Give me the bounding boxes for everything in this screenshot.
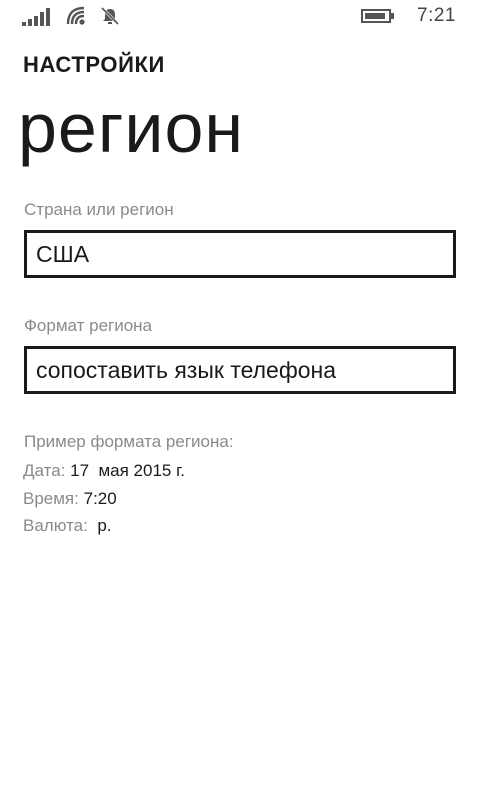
country-select-value: США xyxy=(36,240,90,267)
example-time-value: 7:20 xyxy=(83,489,117,508)
status-icons-right: 7:21 xyxy=(361,5,456,27)
example-currency-value: р. xyxy=(97,516,112,535)
country-label: Страна или регион xyxy=(24,200,174,219)
status-bar: 7:21 xyxy=(0,0,480,34)
app-title: НАСТРОЙКИ xyxy=(23,52,165,77)
example-date-row: Дата: 17 мая 2015 г. xyxy=(23,461,185,481)
region-format-select-value: сопоставить язык телефона xyxy=(36,356,337,383)
example-currency-row: Валюта: р. xyxy=(23,516,112,536)
status-icons-left xyxy=(22,6,120,26)
example-time-label: Время: xyxy=(23,489,79,508)
example-heading: Пример формата региона: xyxy=(24,432,234,451)
region-format-select[interactable]: сопоставить язык телефона xyxy=(24,346,456,394)
wifi-icon xyxy=(66,6,88,26)
example-date-label: Дата: xyxy=(23,461,66,480)
example-currency-label: Валюта: xyxy=(23,516,88,535)
page-title: регион xyxy=(18,89,245,167)
example-time-row: Время: 7:20 xyxy=(23,489,117,509)
country-select[interactable]: США xyxy=(24,230,456,278)
status-time: 7:21 xyxy=(417,5,456,26)
quiet-hours-icon xyxy=(100,6,120,26)
example-date-value: 17 мая 2015 г. xyxy=(70,461,185,480)
region-format-label: Формат региона xyxy=(24,316,153,335)
battery-icon xyxy=(361,8,395,24)
signal-icon xyxy=(22,6,54,26)
